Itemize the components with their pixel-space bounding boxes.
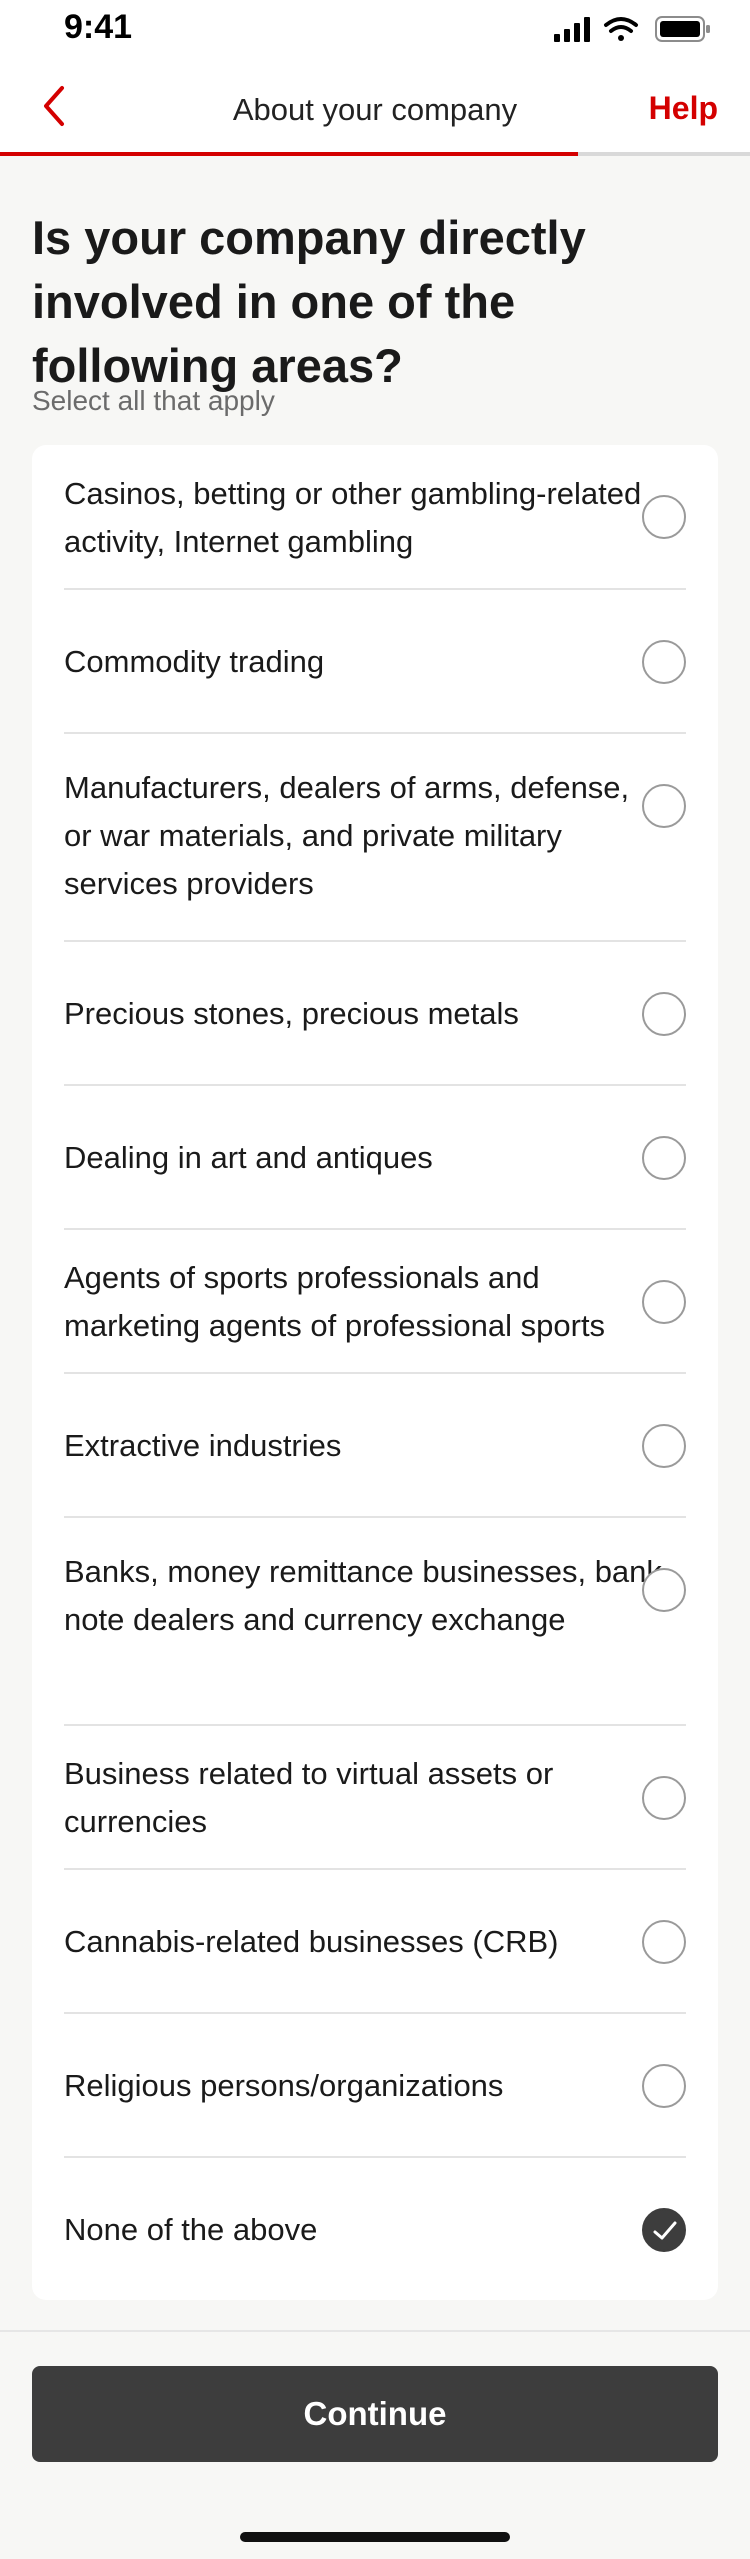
option-extractive-industries[interactable]: Extractive industries: [64, 1374, 686, 1518]
status-time: 9:41: [64, 8, 133, 46]
footer: Continue: [0, 2330, 750, 2559]
option-label: Business related to virtual assets or cu…: [64, 1756, 554, 1839]
option-arms-defense[interactable]: Manufacturers, dealers of arms, defense,…: [64, 734, 686, 942]
options-card: Casinos, betting or other gambling-relat…: [32, 445, 718, 2300]
radio-button[interactable]: [642, 1136, 686, 1180]
option-art-antiques[interactable]: Dealing in art and antiques: [64, 1086, 686, 1230]
option-label: Dealing in art and antiques: [64, 1140, 433, 1175]
help-link[interactable]: Help: [649, 90, 718, 127]
cellular-signal-icon: [554, 17, 590, 42]
radio-button[interactable]: [642, 1424, 686, 1468]
option-label: Manufacturers, dealers of arms, defense,…: [64, 770, 630, 901]
radio-button[interactable]: [642, 1920, 686, 1964]
radio-button[interactable]: [642, 2208, 686, 2252]
radio-button[interactable]: [642, 784, 686, 828]
question-heading: Is your company directly involved in one…: [32, 211, 586, 392]
radio-button[interactable]: [642, 495, 686, 539]
option-gambling[interactable]: Casinos, betting or other gambling-relat…: [64, 445, 686, 590]
option-precious-stones[interactable]: Precious stones, precious metals: [64, 942, 686, 1086]
option-label: Cannabis-related businesses (CRB): [64, 1924, 559, 1959]
radio-button[interactable]: [642, 640, 686, 684]
home-indicator: [240, 2532, 510, 2542]
radio-button[interactable]: [642, 2064, 686, 2108]
continue-button[interactable]: Continue: [32, 2366, 718, 2462]
option-religious[interactable]: Religious persons/organizations: [64, 2014, 686, 2158]
option-commodity-trading[interactable]: Commodity trading: [64, 590, 686, 734]
checkmark-icon: [653, 2221, 677, 2240]
option-label: Religious persons/organizations: [64, 2068, 504, 2103]
option-label: Commodity trading: [64, 644, 325, 679]
status-icons: [554, 14, 714, 44]
radio-button[interactable]: [642, 1776, 686, 1820]
radio-button[interactable]: [642, 992, 686, 1036]
option-label: Banks, money remittance businesses, bank…: [64, 1554, 662, 1637]
progress-bar: [0, 152, 750, 156]
option-banks-remittance[interactable]: Banks, money remittance businesses, bank…: [64, 1518, 686, 1726]
option-label: None of the above: [64, 2212, 318, 2247]
option-virtual-assets[interactable]: Business related to virtual assets or cu…: [64, 1726, 686, 1870]
select-hint: Select all that apply: [32, 385, 275, 416]
page-title: About your company: [232, 92, 518, 127]
option-sports-agents[interactable]: Agents of sports professionals and marke…: [64, 1230, 686, 1374]
radio-button[interactable]: [642, 1280, 686, 1324]
status-bar: 9:41: [0, 0, 750, 60]
wifi-icon: [604, 17, 638, 41]
progress-bar-fill: [0, 152, 578, 156]
option-label: Precious stones, precious metals: [64, 996, 519, 1031]
option-cannabis[interactable]: Cannabis-related businesses (CRB): [64, 1870, 686, 2014]
option-label: Extractive industries: [64, 1428, 342, 1463]
option-label: Casinos, betting or other gambling-relat…: [64, 476, 642, 559]
radio-button[interactable]: [642, 1568, 686, 1612]
battery-icon: [655, 16, 710, 42]
nav-bar: About your company Help: [0, 60, 750, 156]
option-label: Agents of sports professionals and marke…: [64, 1260, 606, 1343]
option-none-of-the-above[interactable]: None of the above: [64, 2158, 686, 2300]
